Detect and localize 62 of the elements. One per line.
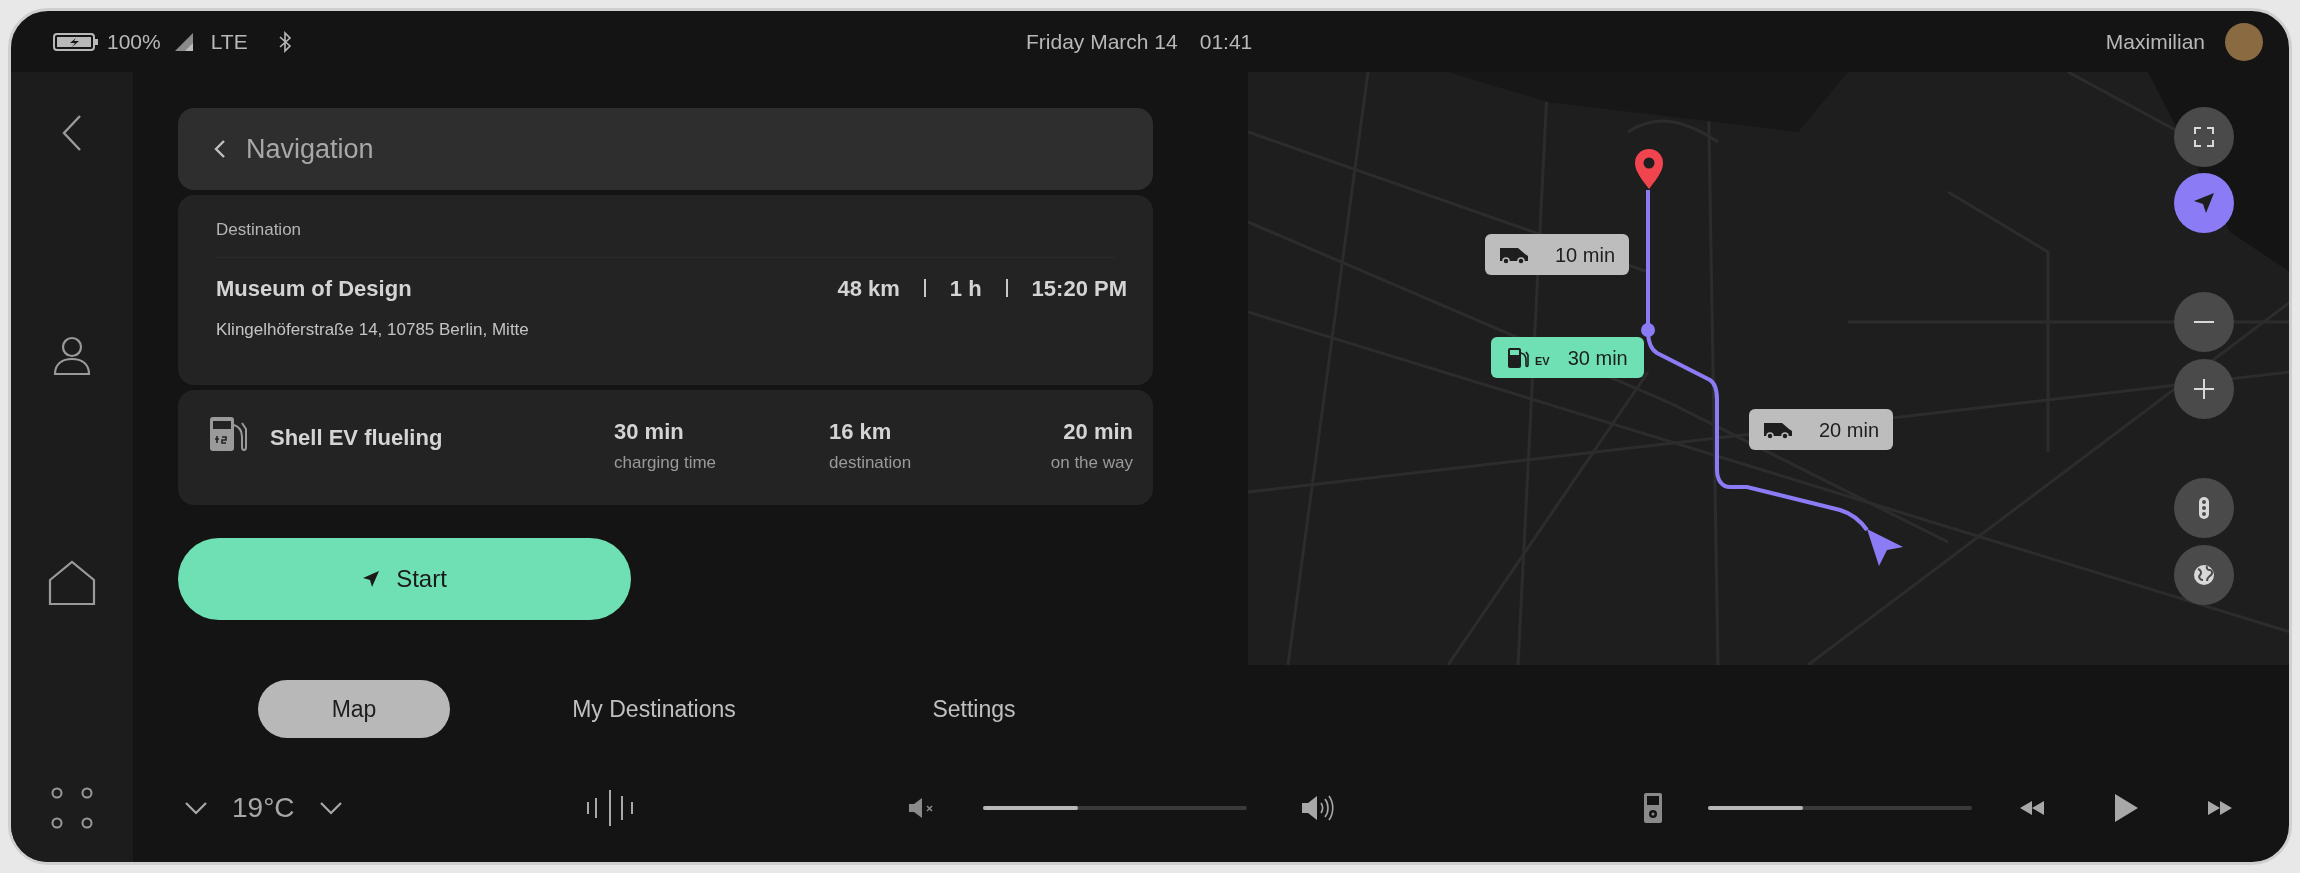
chevron-down-icon[interactable] — [318, 800, 343, 815]
ev-label: EV — [1535, 353, 1550, 369]
fast-forward-icon[interactable] — [2207, 800, 2232, 815]
start-button[interactable]: Start — [178, 538, 631, 620]
stat-label: on the way — [1050, 452, 1133, 474]
network-label: LTE — [210, 28, 248, 55]
play-icon[interactable] — [2113, 793, 2138, 822]
navigation-arrow-icon — [362, 570, 381, 588]
stat-value: 20 min — [1063, 418, 1133, 446]
map-control-button[interactable] — [2174, 173, 2234, 233]
destination-label: Destination — [216, 217, 1115, 258]
callout-time: 20 min — [1819, 417, 1880, 443]
home-icon[interactable] — [48, 560, 96, 606]
back-icon[interactable] — [214, 139, 226, 159]
stat-label: destination — [829, 452, 913, 474]
back-icon[interactable] — [62, 114, 82, 152]
apps-grid-icon[interactable] — [50, 786, 94, 830]
chevron-down-icon[interactable] — [184, 800, 208, 815]
minus-icon — [2193, 321, 2215, 323]
van-icon — [1763, 420, 1793, 439]
station-name: Shell EV flueling — [270, 424, 444, 452]
media-player-icon[interactable] — [1642, 791, 1663, 824]
location-pin-icon — [1633, 148, 1665, 190]
map-control-button[interactable] — [2174, 359, 2234, 419]
navigation-arrow-icon — [2193, 192, 2215, 214]
globe-icon — [2193, 564, 2215, 586]
bluetooth-icon — [277, 30, 292, 53]
destination-address: Klingelhöferstraße 14, 10785 Berlin, Mitte — [216, 318, 530, 341]
waypoint-dot — [1640, 322, 1656, 338]
date-label: Friday March 14 — [1026, 28, 1178, 55]
voice-wave-icon[interactable] — [585, 789, 634, 826]
map-view[interactable]: 10 min EV 30 min 20 min — [1248, 72, 2289, 665]
tab[interactable]: Settings — [878, 680, 1070, 738]
clock-time: 01:41 — [1199, 28, 1253, 55]
map-control-button[interactable] — [2174, 478, 2234, 538]
arrival-time: 15:20 PM — [1031, 274, 1127, 303]
battery-percentage: 100% — [107, 28, 161, 55]
rewind-icon[interactable] — [2019, 800, 2044, 815]
media-progress-slider[interactable] — [1707, 805, 1972, 810]
temperature-reading: 19°C — [232, 790, 295, 825]
volume-slider[interactable] — [982, 805, 1247, 810]
plus-icon — [2193, 378, 2215, 400]
tab[interactable]: My Destinations — [558, 680, 750, 738]
fuel-pump-icon — [1507, 346, 1529, 369]
user-avatar[interactable] — [2225, 22, 2263, 61]
stat-value: 30 min — [614, 418, 685, 446]
callout-time: 30 min — [1567, 345, 1628, 371]
van-icon — [1499, 245, 1529, 264]
map-control-button[interactable] — [2174, 545, 2234, 605]
trip-duration: 1 h — [949, 274, 982, 303]
fuel-pump-icon — [208, 415, 248, 453]
tab[interactable]: Map — [258, 680, 450, 738]
stat-label: charging time — [614, 452, 718, 474]
user-name: Maximilian — [2105, 28, 2205, 55]
person-icon[interactable] — [52, 335, 92, 375]
battery-icon — [53, 31, 99, 52]
callout-time: 10 min — [1555, 242, 1616, 268]
navigation-title: Navigation — [246, 132, 374, 166]
destination-name: Museum of Design — [216, 274, 412, 303]
trip-distance: 48 km — [837, 274, 900, 303]
fullscreen-icon — [2193, 126, 2215, 148]
stat-value: 16 km — [829, 418, 893, 446]
